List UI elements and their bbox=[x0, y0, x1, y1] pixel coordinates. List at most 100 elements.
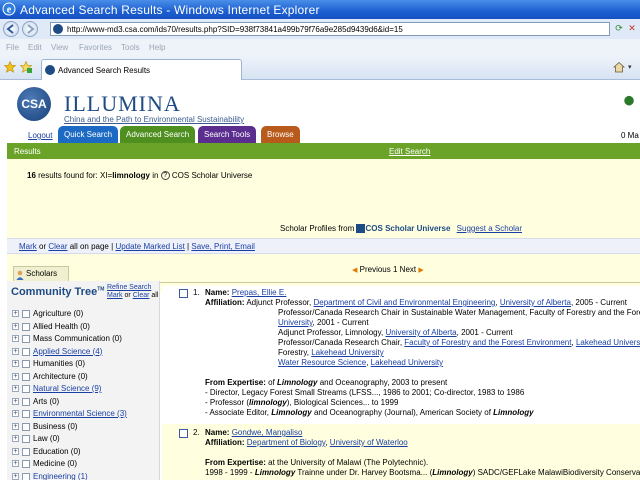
expand-icon[interactable]: + bbox=[12, 347, 19, 355]
results-found-text: results found for: XI= bbox=[38, 171, 113, 180]
department-link[interactable]: Department of Biology bbox=[247, 438, 326, 447]
expand-icon[interactable]: + bbox=[12, 422, 19, 430]
expand-icon[interactable]: + bbox=[12, 310, 19, 317]
expand-icon[interactable]: + bbox=[12, 372, 19, 380]
mark-all-link[interactable]: Mark bbox=[19, 242, 37, 251]
menu-favorites[interactable]: Favorites bbox=[79, 43, 112, 52]
menu-tools[interactable]: Tools bbox=[121, 43, 140, 52]
expand-icon[interactable]: + bbox=[12, 410, 19, 417]
menu-help[interactable]: Help bbox=[149, 43, 165, 52]
tree-checkbox[interactable] bbox=[22, 447, 30, 456]
tree-clear-link[interactable]: Clear bbox=[133, 292, 150, 299]
tagline-link[interactable]: China and the Path to Environmental Sust… bbox=[64, 115, 244, 124]
tree-checkbox[interactable] bbox=[22, 335, 30, 343]
tab-browse[interactable]: Browse bbox=[261, 126, 300, 143]
university-link[interactable]: University of Waterloo bbox=[330, 438, 408, 447]
header-right-text: 0 Ma bbox=[621, 131, 639, 140]
add-favorites-icon[interactable] bbox=[20, 61, 32, 73]
tree-checkbox[interactable] bbox=[22, 385, 30, 393]
university-link[interactable]: Lakehead University bbox=[576, 338, 640, 347]
menu-edit[interactable]: Edit bbox=[28, 43, 42, 52]
tree-checkbox[interactable] bbox=[22, 422, 30, 431]
csa-logo: CSA bbox=[17, 87, 51, 121]
next-arrow-icon: ▶ bbox=[418, 267, 424, 274]
tree-item-link[interactable]: Environmental Science (3) bbox=[33, 409, 127, 418]
or-text: or bbox=[39, 242, 47, 251]
expand-icon[interactable]: + bbox=[12, 472, 19, 480]
help-icon[interactable]: ? bbox=[160, 171, 170, 181]
university-link[interactable]: Lakehead University bbox=[371, 358, 443, 367]
department-link[interactable]: Water Resource Science bbox=[278, 358, 366, 367]
tree-item-link[interactable]: Engineering (1) bbox=[33, 472, 88, 480]
tree-item-label: Architecture (0) bbox=[33, 371, 88, 381]
university-link[interactable]: University bbox=[278, 318, 313, 327]
expertise-text: and Oceanography (Journal), American Soc… bbox=[313, 408, 491, 417]
community-tree-panel: Community TreeTM Refine Search Mark or C… bbox=[7, 281, 160, 480]
tree-checkbox[interactable] bbox=[22, 322, 30, 331]
tab-scholars[interactable]: Scholars 16 bbox=[13, 266, 69, 292]
all-on-page-text: all on page bbox=[69, 242, 109, 251]
scholar-name-link[interactable]: Prepas, Ellie E. bbox=[232, 288, 287, 297]
home-dropdown-icon[interactable]: ▾ bbox=[628, 63, 632, 71]
stop-icon[interactable]: ✕ bbox=[626, 22, 638, 34]
expertise-keyword: Limnology bbox=[254, 468, 296, 477]
favorites-star-icon[interactable] bbox=[4, 61, 16, 73]
expand-icon[interactable]: + bbox=[12, 397, 19, 405]
result-checkbox[interactable] bbox=[179, 429, 188, 438]
tab-advanced-search[interactable]: Advanced Search bbox=[120, 126, 196, 143]
expertise-text: - Associate Editor, bbox=[205, 408, 270, 417]
clear-all-link[interactable]: Clear bbox=[48, 242, 67, 251]
url-input[interactable]: http://www-md3.csa.com/ids70/results.php… bbox=[50, 22, 610, 36]
tree-item-link[interactable]: Applied Science (4) bbox=[33, 347, 102, 356]
affiliation-text: , 2005 - Current bbox=[570, 298, 627, 307]
expand-icon[interactable]: + bbox=[12, 435, 19, 442]
affiliation-text: Adjunct Professor, Limnology, bbox=[278, 328, 384, 337]
pager: ◀ Previous 1 Next ▶ bbox=[352, 265, 424, 274]
next-link[interactable]: Next bbox=[400, 265, 416, 274]
tree-checkbox[interactable] bbox=[22, 472, 30, 480]
home-icon[interactable] bbox=[613, 61, 625, 73]
expertise-keyword: Limnology bbox=[271, 408, 312, 417]
tree-checkbox[interactable] bbox=[22, 460, 30, 468]
browser-tab-advanced-search-results[interactable]: Advanced Search Results bbox=[41, 59, 242, 80]
university-link[interactable]: Lakehead University bbox=[311, 348, 383, 357]
tree-mark-link[interactable]: Mark bbox=[107, 292, 123, 299]
suggest-scholar-link[interactable]: Suggest a Scholar bbox=[457, 224, 522, 233]
name-label: Name: bbox=[205, 288, 230, 297]
tree-checkbox[interactable] bbox=[22, 360, 30, 368]
tree-checkbox[interactable] bbox=[22, 435, 30, 443]
university-link[interactable]: University of Alberta bbox=[500, 298, 571, 307]
save-print-email-link[interactable]: Save, Print, Email bbox=[191, 242, 255, 251]
tree-checkbox[interactable] bbox=[22, 310, 30, 318]
expand-icon[interactable]: + bbox=[12, 360, 19, 367]
expand-icon[interactable]: + bbox=[12, 460, 19, 467]
menu-view[interactable]: View bbox=[51, 43, 68, 52]
previous-link[interactable]: Previous bbox=[360, 265, 391, 274]
result-checkbox[interactable] bbox=[179, 289, 188, 298]
tree-checkbox[interactable] bbox=[22, 397, 30, 406]
menu-file[interactable]: File bbox=[6, 43, 19, 52]
tree-checkbox[interactable] bbox=[22, 410, 30, 418]
scholar-name-link[interactable]: Gondwe, Mangaliso bbox=[232, 428, 303, 437]
refresh-icon[interactable]: ⟳ bbox=[613, 22, 625, 34]
edit-search-link[interactable]: Edit Search bbox=[389, 147, 430, 156]
tree-checkbox[interactable] bbox=[22, 347, 30, 356]
forward-button[interactable] bbox=[22, 21, 38, 37]
faculty-link[interactable]: Faculty of Forestry and the Forest Envir… bbox=[404, 338, 571, 347]
tree-checkbox[interactable] bbox=[22, 372, 30, 381]
expand-icon[interactable]: + bbox=[12, 385, 19, 392]
user-icon bbox=[16, 270, 24, 280]
expand-icon[interactable]: + bbox=[12, 322, 19, 330]
expand-icon[interactable]: + bbox=[12, 447, 19, 455]
tab-quick-search[interactable]: Quick Search bbox=[58, 126, 119, 143]
current-page: 1 bbox=[392, 265, 398, 274]
refine-search-link[interactable]: Refine Search bbox=[107, 284, 151, 291]
back-button[interactable] bbox=[3, 21, 19, 37]
logout-link[interactable]: Logout bbox=[28, 131, 52, 140]
update-marked-list-link[interactable]: Update Marked List bbox=[115, 242, 184, 251]
department-link[interactable]: Department of Civil and Environmental En… bbox=[313, 298, 495, 307]
tree-item-link[interactable]: Natural Science (9) bbox=[33, 384, 101, 393]
tab-search-tools[interactable]: Search Tools bbox=[198, 126, 257, 143]
university-link[interactable]: University of Alberta bbox=[385, 328, 456, 337]
expand-icon[interactable]: + bbox=[12, 335, 19, 342]
